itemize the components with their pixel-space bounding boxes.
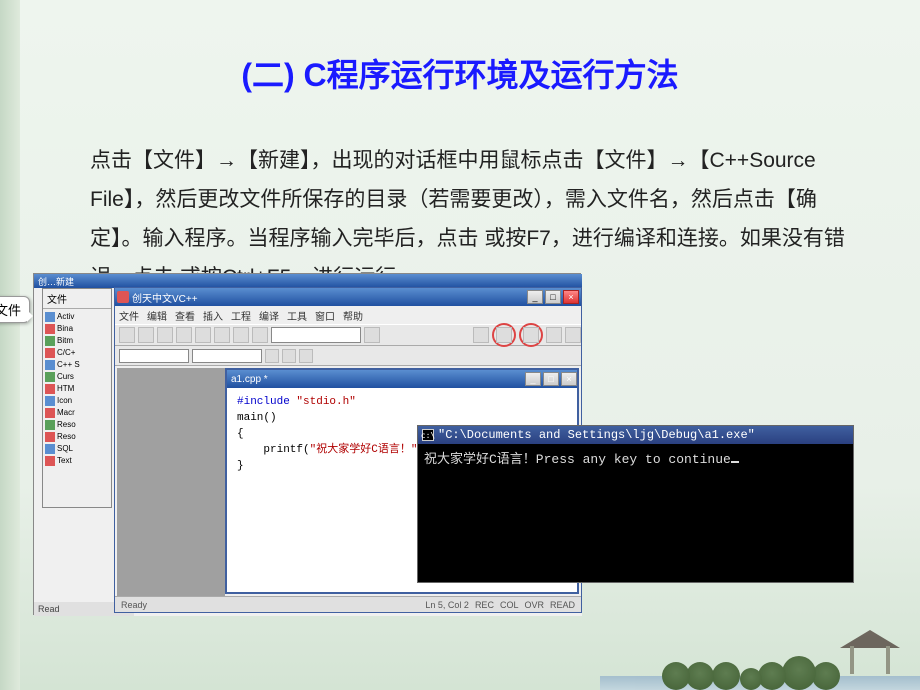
status-ovr: OVR	[524, 600, 544, 610]
menu-help[interactable]: 帮助	[343, 308, 363, 323]
maximize-button[interactable]: □	[545, 290, 561, 304]
editor-filename: a1.cpp *	[231, 374, 268, 385]
toolbar-redo-icon[interactable]	[252, 327, 268, 343]
toolbar-open-icon[interactable]	[138, 327, 154, 343]
run-button-highlight	[519, 323, 543, 347]
ide-title-text: 创天中文VC++	[132, 290, 198, 305]
slide-decoration	[600, 610, 920, 690]
toolbar-copy-icon[interactable]	[195, 327, 211, 343]
menu-project[interactable]: 工程	[231, 308, 251, 323]
menu-insert[interactable]: 插入	[203, 308, 223, 323]
class-combo[interactable]	[119, 349, 189, 363]
ide-titlebar: 创天中文VC++ _ □ ×	[115, 288, 581, 306]
cursor-position: Ln 5, Col 2	[425, 600, 469, 610]
minimize-button[interactable]: _	[527, 290, 543, 304]
toolbar-combo[interactable]	[271, 327, 361, 343]
toolbar-find-icon[interactable]	[364, 327, 380, 343]
console-title-text: "C:\Documents and Settings\ljg\Debug\a1.…	[438, 428, 755, 442]
menu-file[interactable]: 文件	[119, 308, 139, 323]
list-item[interactable]: Bitm	[45, 335, 109, 347]
menu-tools[interactable]: 工具	[287, 308, 307, 323]
console-window: c:\ "C:\Documents and Settings\ljg\Debug…	[417, 425, 854, 583]
editor-maximize-button[interactable]: □	[543, 372, 559, 386]
member-combo[interactable]	[192, 349, 262, 363]
list-item[interactable]: C/C+	[45, 347, 109, 359]
list-item[interactable]: C++ S	[45, 359, 109, 371]
list-item[interactable]: Icon	[45, 395, 109, 407]
toolbar-build-icon[interactable]	[473, 327, 489, 343]
list-item[interactable]: HTM	[45, 383, 109, 395]
toolbar-misc-icon[interactable]	[282, 349, 296, 363]
console-output-text: 祝大家学好C语言！Press any key to continue	[424, 452, 731, 467]
editor-close-button[interactable]: ×	[561, 372, 577, 386]
list-item[interactable]: Activ	[45, 311, 109, 323]
list-item[interactable]: Curs	[45, 371, 109, 383]
toolbar-new-icon[interactable]	[119, 327, 135, 343]
status-read: READ	[550, 600, 575, 610]
list-item[interactable]: SQL	[45, 443, 109, 455]
toolbar-misc-icon[interactable]	[265, 349, 279, 363]
list-item[interactable]: Text	[45, 455, 109, 467]
list-item[interactable]: Reso	[45, 431, 109, 443]
list-item[interactable]: Bina	[45, 323, 109, 335]
close-button[interactable]: ×	[563, 290, 579, 304]
status-rec: REC	[475, 600, 494, 610]
app-icon	[117, 291, 129, 303]
slide-title: (二) C程序运行环境及运行方法	[0, 50, 920, 96]
toolbar-run-icon[interactable]	[523, 327, 539, 343]
console-output: 祝大家学好C语言！Press any key to continue	[418, 444, 853, 471]
list-item[interactable]: Reso	[45, 419, 109, 431]
menu-window[interactable]: 窗口	[315, 308, 335, 323]
dialog-tab-files[interactable]: 文件	[43, 289, 111, 309]
toolbar-cut-icon[interactable]	[176, 327, 192, 343]
dialog-titlebar: 创…新建	[34, 274, 582, 288]
editor-titlebar: a1.cpp * _ □ ×	[227, 370, 577, 388]
editor-minimize-button[interactable]: _	[525, 372, 541, 386]
list-item[interactable]: Macr	[45, 407, 109, 419]
menu-edit[interactable]: 编辑	[147, 308, 167, 323]
menu-build[interactable]: 编译	[259, 308, 279, 323]
toolbar-main	[115, 324, 581, 346]
cmd-icon: c:\	[422, 429, 434, 441]
toolbar-compile-icon[interactable]	[496, 327, 512, 343]
toolbar-paste-icon[interactable]	[214, 327, 230, 343]
file-menu-callout: 文件	[0, 296, 30, 323]
menubar: 文件 编辑 查看 插入 工程 编译 工具 窗口 帮助	[115, 306, 581, 324]
dialog-body: 文件 Activ Bina Bitm C/C+ C++ S Curs HTM I…	[42, 288, 112, 508]
toolbar-misc-icon[interactable]	[299, 349, 313, 363]
toolbar-save-icon[interactable]	[157, 327, 173, 343]
status-col: COL	[500, 600, 519, 610]
console-cursor	[731, 461, 739, 463]
toolbar-undo-icon[interactable]	[233, 327, 249, 343]
toolbar-secondary	[115, 346, 581, 366]
toolbar-go-icon[interactable]	[565, 327, 581, 343]
file-type-list[interactable]: Activ Bina Bitm C/C+ C++ S Curs HTM Icon…	[43, 309, 111, 469]
menu-view[interactable]: 查看	[175, 308, 195, 323]
console-titlebar: c:\ "C:\Documents and Settings\ljg\Debug…	[418, 426, 853, 444]
pavilion-icon	[840, 630, 900, 680]
ide-statusbar: Ready Ln 5, Col 2 REC COL OVR READ	[115, 596, 581, 612]
compile-button-highlight	[492, 323, 516, 347]
toolbar-stop-icon[interactable]	[546, 327, 562, 343]
status-ready: Ready	[121, 600, 147, 610]
